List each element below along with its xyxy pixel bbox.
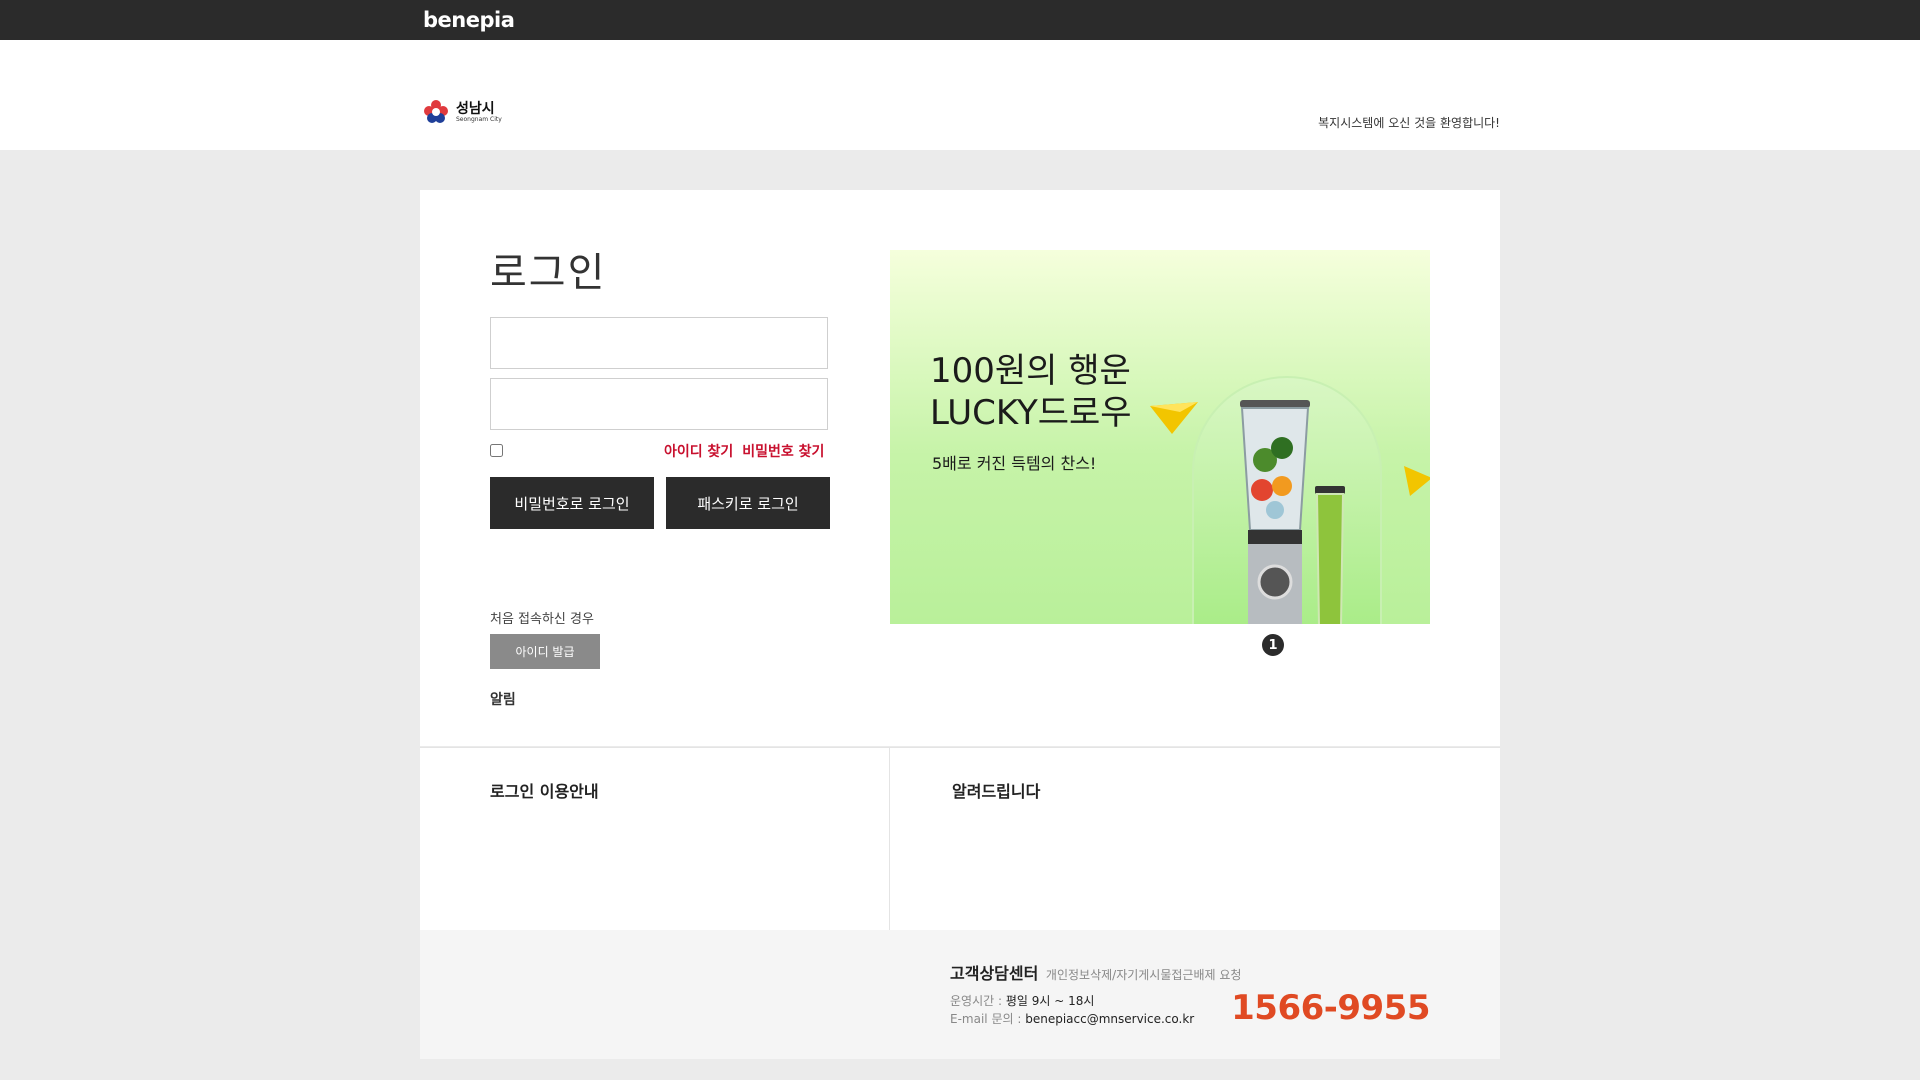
hours-label: 운영시간 : bbox=[950, 994, 1003, 1008]
find-account-links: 아이디 찾기 비밀번호 찾기 bbox=[664, 441, 824, 461]
password-input[interactable] bbox=[490, 378, 828, 430]
banner-headline: 100원의 행운 LUCKY드로우 bbox=[930, 350, 1132, 434]
customer-center-title: 고객상담센터 개인정보삭제/자기게시물접근배제 요청 bbox=[950, 960, 1241, 984]
privacy-request-link[interactable]: 개인정보삭제/자기게시물접근배제 요청 bbox=[1046, 968, 1242, 982]
find-password-link[interactable]: 비밀번호 찾기 bbox=[742, 441, 824, 461]
promo-banner[interactable]: 100원의 행운 LUCKY드로우 5배로 커진 득템의 찬스! bbox=[890, 250, 1430, 624]
customer-center-phone[interactable]: 1566-9955 bbox=[1231, 988, 1430, 1028]
seongnam-emblem-icon bbox=[424, 100, 448, 123]
first-visit-label: 처음 접속하신 경우 bbox=[490, 612, 594, 627]
login-card: 로그인 아이디 찾기 비밀번호 찾기 비밀번호로 로그인 패스키로 로그인 처음… bbox=[420, 190, 1500, 748]
blender-product-icon bbox=[1240, 400, 1345, 624]
issue-id-button[interactable]: 아이디 발급 bbox=[490, 634, 600, 669]
login-guide-title: 로그인 이용안내 bbox=[490, 782, 599, 801]
top-bar: benepia bbox=[0, 0, 1920, 40]
email-label: E-mail 문의 : bbox=[950, 1012, 1022, 1026]
passkey-login-button[interactable]: 패스키로 로그인 bbox=[666, 477, 830, 529]
user-id-input[interactable] bbox=[490, 317, 828, 369]
banner-subtitle: 5배로 커진 득템의 찬스! bbox=[932, 454, 1097, 473]
page-title: 로그인 bbox=[490, 250, 607, 296]
welcome-message: 복지시스템에 오신 것을 환영합니다! bbox=[1318, 116, 1500, 130]
logo-city-name: 성남시 bbox=[456, 100, 495, 117]
email-value[interactable]: benepiacc@mnservice.co.kr bbox=[1025, 1012, 1194, 1026]
hours-value: 평일 9시 ~ 18시 bbox=[1005, 994, 1095, 1008]
customer-center-footer: 고객상담센터 개인정보삭제/자기게시물접근배제 요청 운영시간 : 평일 9시 … bbox=[420, 930, 1500, 1059]
banner-headline-line2: LUCKY드로우 bbox=[930, 393, 1132, 433]
remember-id-checkbox[interactable] bbox=[490, 444, 503, 457]
operating-hours: 운영시간 : 평일 9시 ~ 18시 bbox=[950, 992, 1094, 1009]
customer-center-name: 고객상담센터 bbox=[950, 964, 1039, 983]
brand-logo[interactable]: benepia bbox=[423, 8, 515, 32]
gem-icon-small bbox=[1404, 466, 1430, 496]
announcements-panel: 알려드립니다 bbox=[890, 748, 1500, 931]
password-login-button[interactable]: 비밀번호로 로그인 bbox=[490, 477, 654, 529]
login-guide-panel: 로그인 이용안내 bbox=[420, 748, 890, 931]
gem-icon bbox=[1150, 402, 1198, 434]
logo-city-name-en: Seongnam City bbox=[456, 115, 502, 123]
banner-headline-line1: 100원의 행운 bbox=[930, 351, 1131, 391]
announcements-title: 알려드립니다 bbox=[952, 782, 1041, 801]
email-inquiry: E-mail 문의 : benepiacc@mnservice.co.kr bbox=[950, 1010, 1194, 1027]
site-header: 성남시 Seongnam City 복지시스템에 오신 것을 환영합니다! bbox=[0, 40, 1920, 150]
notice-label: 알림 bbox=[490, 692, 516, 708]
seongnam-logo[interactable]: 성남시 Seongnam City bbox=[420, 96, 502, 128]
info-section: 로그인 이용안내 알려드립니다 bbox=[420, 747, 1500, 931]
banner-page-indicator[interactable]: 1 bbox=[1262, 634, 1284, 656]
find-id-link[interactable]: 아이디 찾기 bbox=[664, 441, 733, 461]
